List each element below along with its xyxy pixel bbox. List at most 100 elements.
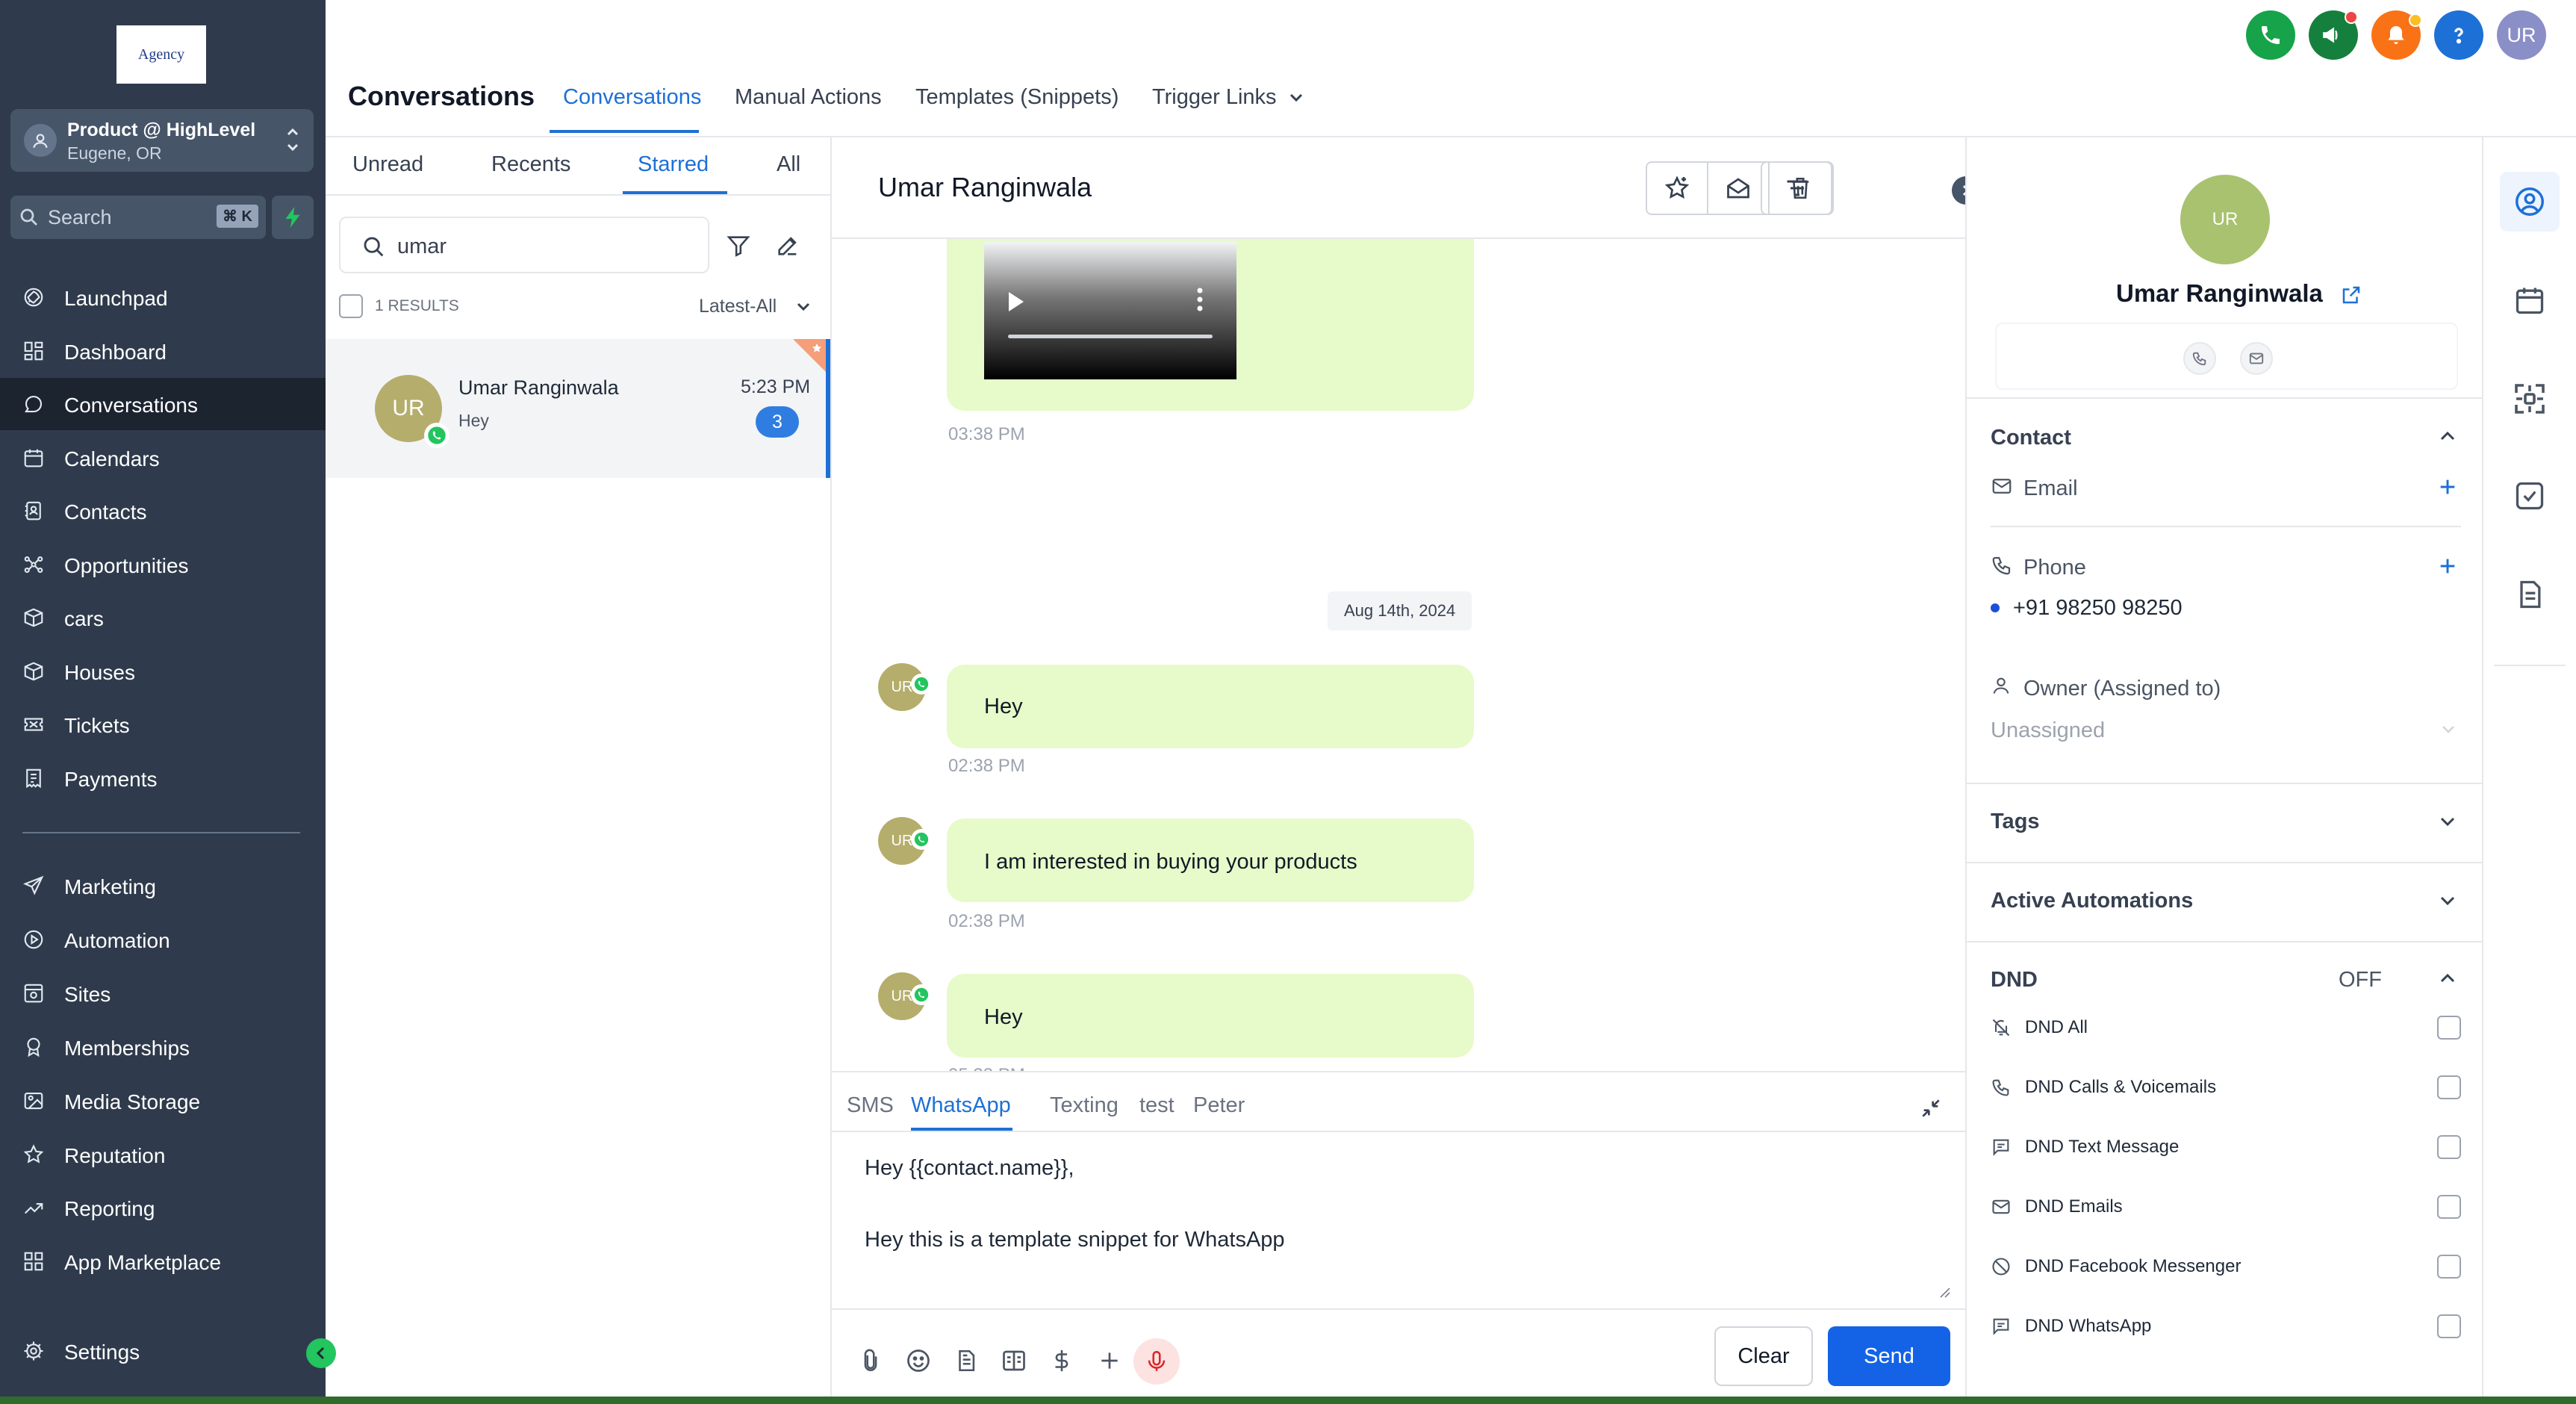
- filter-messages-button[interactable]: [1762, 163, 1832, 214]
- sidebar-item-reputation[interactable]: Reputation: [0, 1128, 326, 1181]
- dnd-status: OFF: [2339, 968, 2382, 992]
- sidebar-item-automation[interactable]: Automation: [0, 913, 326, 966]
- dnd-emails-checkbox[interactable]: [2437, 1195, 2461, 1219]
- box-icon: [24, 662, 43, 680]
- channel-tab-test[interactable]: test: [1139, 1093, 1175, 1118]
- contact-details-tab[interactable]: [2500, 172, 2560, 232]
- snippet-button[interactable]: [951, 1346, 981, 1376]
- dnd-section-header[interactable]: DND: [1991, 968, 2038, 993]
- tab-conversations[interactable]: Conversations: [563, 85, 701, 110]
- sidebar-item-contacts[interactable]: Contacts: [0, 485, 326, 537]
- more-vertical-icon[interactable]: [1196, 287, 1204, 312]
- sidebar-item-sites[interactable]: Sites: [0, 967, 326, 1019]
- sidebar-item-cars[interactable]: cars: [0, 591, 326, 644]
- add-email-icon[interactable]: [2437, 476, 2458, 497]
- tab-manual-actions[interactable]: Manual Actions: [735, 85, 882, 110]
- tab-templates[interactable]: Templates (Snippets): [915, 85, 1119, 110]
- sidebar-item-launchpad[interactable]: Launchpad: [0, 271, 326, 323]
- message-thread: 03:38 PM Aug 14th, 2024 UR Hey 02:38 PM …: [832, 237, 1965, 1072]
- sidebar-item-media-storage[interactable]: Media Storage: [0, 1075, 326, 1127]
- tab-trigger-links[interactable]: Trigger Links: [1152, 85, 1304, 110]
- phone-label: Phone: [2023, 556, 2086, 580]
- sidebar-item-reporting[interactable]: Reporting: [0, 1181, 326, 1234]
- help-button[interactable]: [2434, 10, 2483, 60]
- sidebar-search[interactable]: Search ⌘ K: [10, 196, 266, 239]
- tab-starred[interactable]: Starred: [638, 152, 709, 177]
- app-window: Agency Product @ HighLevel Eugene, OR Se…: [0, 0, 2576, 1404]
- sidebar-item-dashboard[interactable]: Dashboard: [0, 325, 326, 377]
- dnd-calls-checkbox[interactable]: [2437, 1075, 2461, 1099]
- template-button[interactable]: [999, 1346, 1029, 1376]
- attach-button[interactable]: [856, 1346, 886, 1376]
- sidebar-item-tickets[interactable]: Tickets: [0, 698, 326, 751]
- voice-record-button[interactable]: [1133, 1338, 1180, 1385]
- dnd-messenger-checkbox[interactable]: [2437, 1255, 2461, 1279]
- video-player[interactable]: [984, 242, 1236, 379]
- collapse-composer-icon[interactable]: [1919, 1096, 1943, 1120]
- chevron-down-icon[interactable]: [2440, 724, 2457, 735]
- contact-section-header[interactable]: Contact: [1991, 426, 2071, 450]
- tab-all[interactable]: All: [777, 152, 800, 177]
- chevron-up-icon[interactable]: [2439, 430, 2457, 442]
- location-switcher[interactable]: Product @ HighLevel Eugene, OR: [10, 109, 314, 172]
- compose-icon[interactable]: [775, 233, 800, 258]
- add-button[interactable]: [1095, 1346, 1124, 1376]
- email-contact-button[interactable]: [2240, 342, 2273, 375]
- agency-logo[interactable]: Agency: [116, 25, 206, 84]
- filter-icon[interactable]: [726, 233, 751, 258]
- payment-button[interactable]: [1047, 1346, 1077, 1376]
- automations-section-header[interactable]: Active Automations: [1991, 889, 2193, 913]
- sidebar-item-opportunities[interactable]: Opportunities: [0, 538, 326, 591]
- phone-button[interactable]: [2246, 10, 2295, 60]
- tab-recents[interactable]: Recents: [491, 152, 570, 177]
- sidebar-item-marketing[interactable]: Marketing: [0, 860, 326, 912]
- external-link-icon[interactable]: [2340, 284, 2362, 306]
- sort-dropdown[interactable]: Latest-All: [699, 296, 812, 317]
- sidebar-item-payments[interactable]: Payments: [0, 752, 326, 804]
- clear-button[interactable]: Clear: [1714, 1326, 1813, 1386]
- sidebar-item-houses[interactable]: Houses: [0, 645, 326, 698]
- owner-select[interactable]: Unassigned: [1991, 718, 2105, 743]
- select-all-checkbox[interactable]: [339, 294, 363, 318]
- video-progress-bar[interactable]: [1008, 335, 1213, 338]
- add-phone-icon[interactable]: [2437, 556, 2458, 577]
- section-divider: [1967, 862, 2483, 863]
- emoji-button[interactable]: [903, 1346, 933, 1376]
- dnd-text-checkbox[interactable]: [2437, 1135, 2461, 1159]
- play-icon[interactable]: [1007, 290, 1026, 314]
- sidebar-item-app-marketplace[interactable]: App Marketplace: [0, 1235, 326, 1287]
- send-button[interactable]: Send: [1828, 1326, 1950, 1386]
- star-icon: [1664, 176, 1690, 199]
- quick-actions-button[interactable]: [272, 196, 314, 239]
- chevron-down-icon[interactable]: [2439, 895, 2457, 907]
- dnd-all-row: DND All: [1991, 1013, 2461, 1043]
- channel-tab-texting[interactable]: Texting: [1050, 1093, 1119, 1118]
- dnd-all-checkbox[interactable]: [2437, 1016, 2461, 1040]
- dnd-whatsapp-checkbox[interactable]: [2437, 1314, 2461, 1338]
- tasks-tab[interactable]: [2500, 466, 2560, 526]
- notes-tab[interactable]: [2500, 565, 2560, 624]
- sidebar-item-conversations[interactable]: Conversations: [0, 378, 326, 430]
- channel-tab-sms[interactable]: SMS: [847, 1093, 894, 1118]
- call-contact-button[interactable]: [2183, 342, 2216, 375]
- plus-icon: [1101, 1352, 1118, 1369]
- tab-unread[interactable]: Unread: [352, 152, 423, 177]
- resize-handle-icon[interactable]: [1937, 1285, 1950, 1298]
- message-input[interactable]: Hey {{contact.name}}, Hey this is a temp…: [865, 1150, 1932, 1258]
- phone-value[interactable]: +91 98250 98250: [2013, 596, 2183, 621]
- channel-tab-peter[interactable]: Peter: [1193, 1093, 1245, 1118]
- conversation-item[interactable]: UR Umar Ranginwala Hey 5:23 PM 3: [326, 339, 830, 478]
- dnd-messenger-row: DND Facebook Messenger: [1991, 1252, 2461, 1282]
- user-avatar[interactable]: UR: [2497, 10, 2546, 60]
- conversation-search-input[interactable]: [397, 232, 681, 261]
- star-button[interactable]: [1647, 163, 1708, 214]
- sidebar-item-memberships[interactable]: Memberships: [0, 1021, 326, 1073]
- appointments-tab[interactable]: [2500, 270, 2560, 330]
- automations-tab[interactable]: [2500, 369, 2560, 429]
- chevron-down-icon[interactable]: [2439, 816, 2457, 827]
- chevron-up-icon[interactable]: [2439, 972, 2457, 984]
- sidebar-item-settings[interactable]: Settings: [0, 1325, 326, 1377]
- tags-section-header[interactable]: Tags: [1991, 810, 2040, 834]
- channel-tab-whatsapp[interactable]: WhatsApp: [911, 1093, 1011, 1118]
- sidebar-item-calendars[interactable]: Calendars: [0, 432, 326, 484]
